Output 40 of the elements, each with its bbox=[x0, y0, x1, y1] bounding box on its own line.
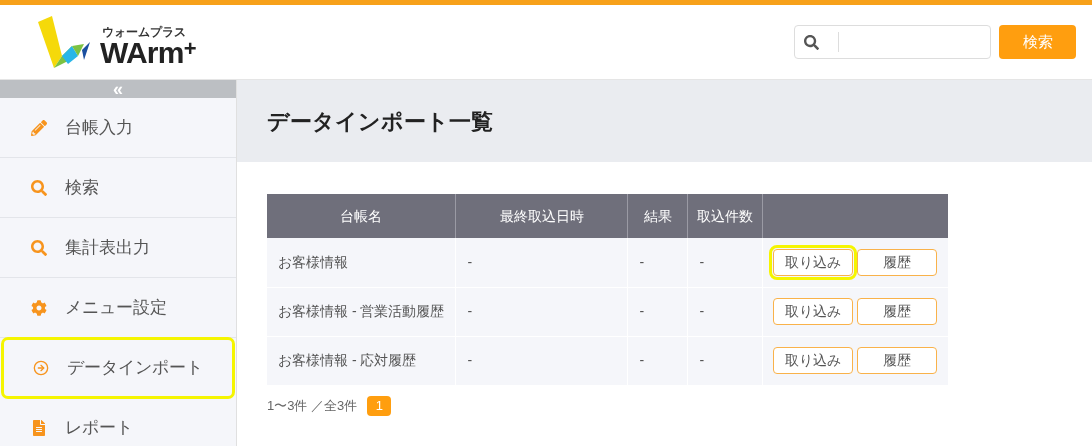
sidebar-item[interactable]: 台帳入力 bbox=[0, 98, 236, 158]
table-cell: - bbox=[627, 238, 688, 287]
import-button[interactable]: 取り込み bbox=[773, 298, 854, 325]
table-cell: - bbox=[627, 336, 688, 385]
pencil-icon bbox=[31, 119, 47, 136]
table-cell: お客様情報 - 応対履歴 bbox=[267, 336, 456, 385]
table-cell: - bbox=[687, 238, 763, 287]
table-cell: - bbox=[687, 287, 763, 336]
sidebar-item[interactable]: メニュー設定 bbox=[0, 278, 236, 338]
column-header: 最終取込日時 bbox=[455, 194, 628, 238]
logo-tagline: ウォームプラス bbox=[102, 26, 187, 38]
import-button[interactable]: 取り込み bbox=[773, 347, 854, 374]
search-icon bbox=[31, 239, 47, 256]
arrow-circle-icon bbox=[33, 359, 49, 376]
search-icon bbox=[31, 179, 47, 196]
search-field[interactable] bbox=[794, 25, 991, 59]
sidebar-item[interactable]: レポート bbox=[0, 398, 236, 446]
history-button[interactable]: 履歴 bbox=[857, 347, 938, 374]
table-cell: - bbox=[455, 287, 628, 336]
table-cell: お客様情報 bbox=[267, 238, 456, 287]
table-cell: - bbox=[627, 287, 688, 336]
sidebar-item[interactable]: 検索 bbox=[0, 158, 236, 218]
sidebar-item[interactable]: 集計表出力 bbox=[0, 218, 236, 278]
column-header: 取込件数 bbox=[687, 194, 763, 238]
logo-wordmark: WArm bbox=[100, 38, 184, 68]
table-cell: お客様情報 - 営業活動履歴 bbox=[267, 287, 456, 336]
search-icon bbox=[804, 34, 819, 50]
table-cell: - bbox=[687, 336, 763, 385]
sidebar-item[interactable]: データインポート bbox=[2, 338, 234, 398]
pagination-summary: 1〜3件 ／全3件 bbox=[267, 396, 358, 415]
file-icon bbox=[31, 419, 47, 436]
column-header: 結果 bbox=[627, 194, 688, 238]
gear-icon bbox=[31, 299, 47, 316]
history-button[interactable]: 履歴 bbox=[857, 248, 938, 276]
logo-plus: + bbox=[183, 38, 197, 60]
page-title: データインポート一覧 bbox=[267, 107, 493, 136]
table-cell: - bbox=[455, 336, 628, 385]
table-cell: - bbox=[455, 238, 628, 287]
column-header: 台帳名 bbox=[267, 194, 456, 238]
history-button[interactable]: 履歴 bbox=[857, 298, 938, 325]
